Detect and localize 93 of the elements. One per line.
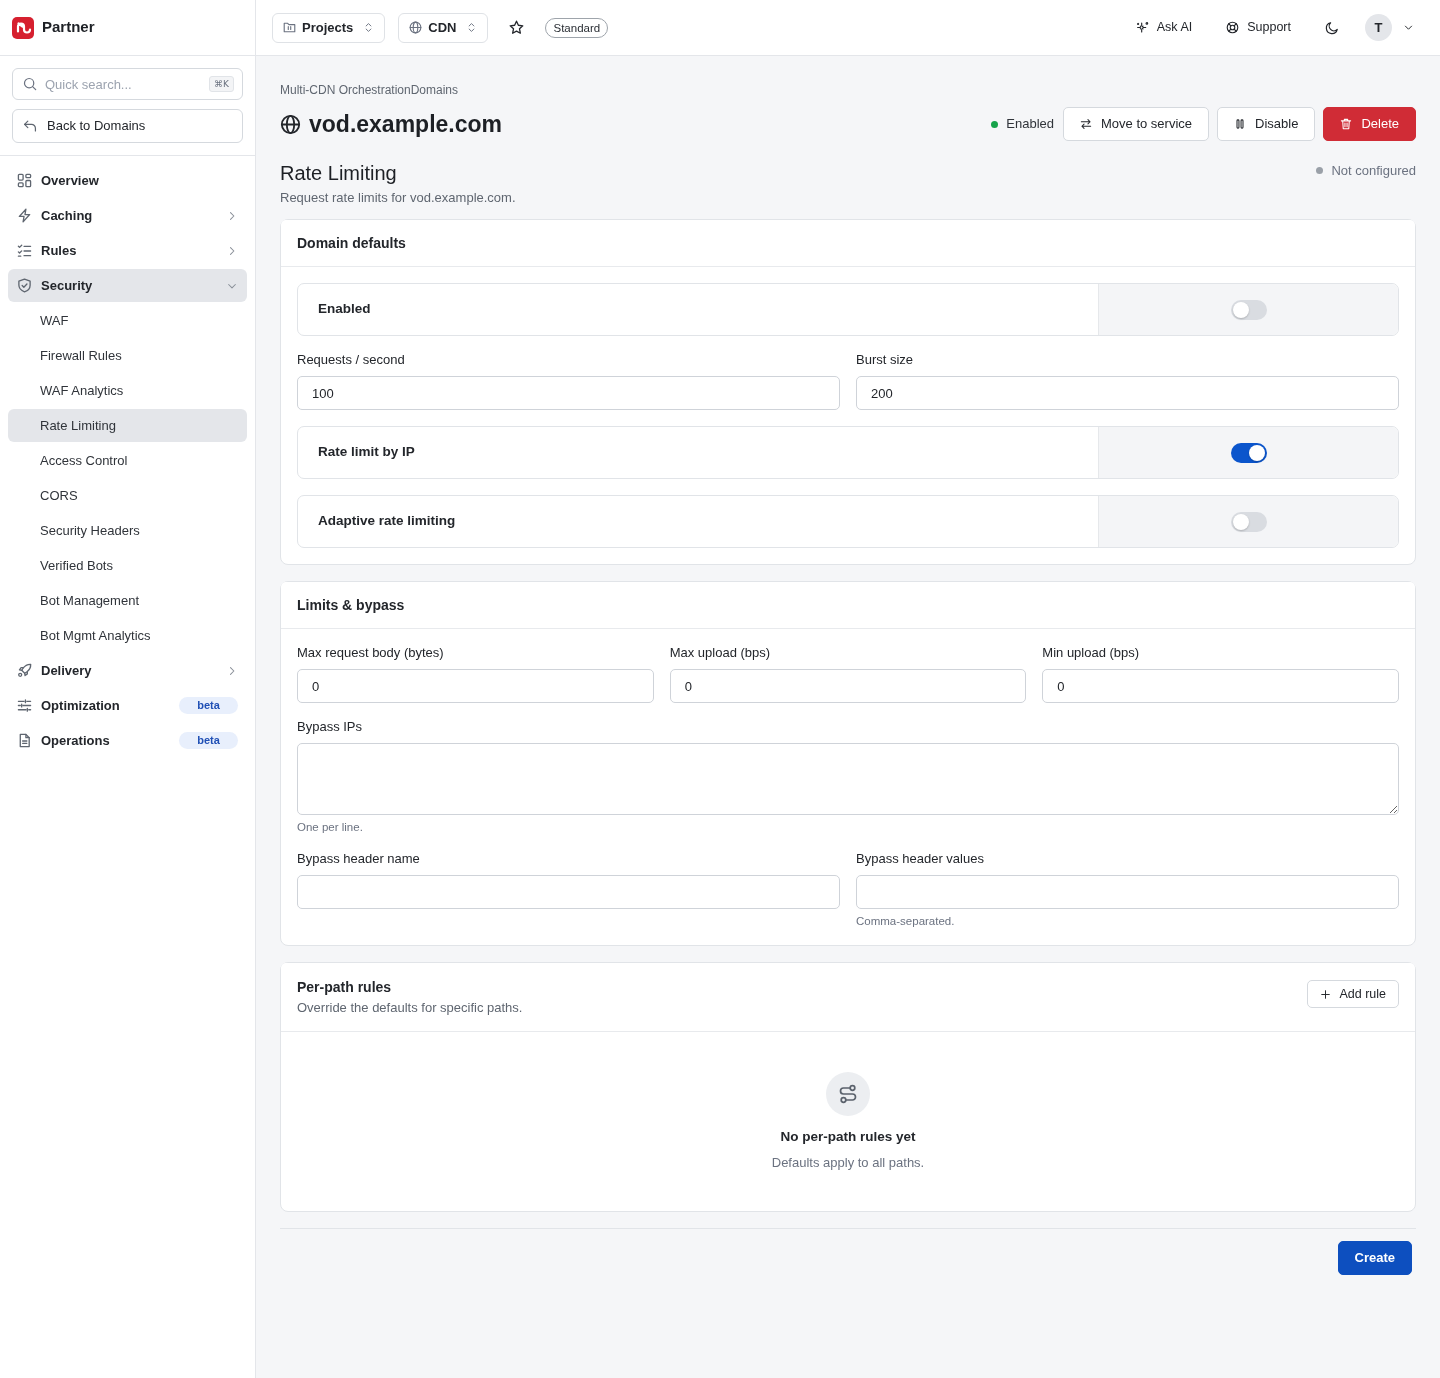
nav-subitem[interactable]: Bot Mgmt Analytics xyxy=(8,619,247,652)
setting-label: Enabled xyxy=(317,300,372,319)
setting-label: Adaptive rate limiting xyxy=(317,512,457,531)
pause-icon xyxy=(1234,118,1247,130)
nav-subitem[interactable]: WAF Analytics xyxy=(8,374,247,407)
nav-badge: beta xyxy=(179,732,238,749)
header-button[interactable]: Disable xyxy=(1217,107,1316,141)
status-label: Enabled xyxy=(1006,115,1054,134)
lifebuoy-icon xyxy=(1226,21,1240,34)
star-icon[interactable] xyxy=(509,20,525,35)
nav-item[interactable]: Security xyxy=(8,269,247,302)
nav-subitem[interactable]: Access Control xyxy=(8,444,247,477)
product-switcher[interactable]: CDN xyxy=(398,12,489,43)
nav-subitem[interactable]: Security Headers xyxy=(8,514,247,547)
nav-item[interactable]: Rules xyxy=(8,234,247,267)
field-label: Burst size xyxy=(856,352,915,368)
plus-icon xyxy=(1320,988,1332,1000)
text-field[interactable]: 200 xyxy=(856,376,1399,410)
field-label: Bypass header values xyxy=(856,851,985,867)
logo-icon[interactable] xyxy=(12,16,34,39)
nav-subitem[interactable]: Firewall Rules xyxy=(8,339,247,372)
chevron-down-icon[interactable] xyxy=(1403,22,1414,33)
status-dot-icon xyxy=(991,120,999,128)
text-field[interactable]: 100 xyxy=(297,376,840,410)
toggle-switch[interactable] xyxy=(1230,511,1267,532)
moon-icon[interactable] xyxy=(1325,20,1339,35)
sliders-icon xyxy=(17,698,32,713)
field-label: Requests / second xyxy=(297,352,406,368)
nav-item[interactable]: Caching xyxy=(8,199,247,232)
swap-arrows-icon xyxy=(1080,118,1092,130)
field-label: Min upload (bps) xyxy=(1042,645,1141,661)
text-field[interactable] xyxy=(856,875,1399,909)
text-field[interactable]: 0 xyxy=(669,669,1027,703)
back-arrow-icon xyxy=(23,119,37,133)
text-field[interactable]: 0 xyxy=(297,669,654,703)
section-title: Rate Limiting xyxy=(280,161,398,185)
sparkle-icon xyxy=(1135,21,1149,34)
text-field[interactable]: 0 xyxy=(1042,669,1399,703)
shortcut-key: ⌘K xyxy=(209,76,234,92)
field-label: Max upload (bps) xyxy=(669,645,772,661)
field-hint: One per line. xyxy=(297,820,364,835)
field-label: Bypass header name xyxy=(297,851,421,867)
nav-item[interactable]: Optimization beta xyxy=(8,689,247,722)
globe-icon xyxy=(280,113,301,135)
section-subtitle: Request rate limits for vod.example.com. xyxy=(280,189,516,207)
shield-icon xyxy=(17,278,32,293)
nav-badge: beta xyxy=(179,697,238,714)
back-button[interactable]: Back to Domains xyxy=(12,109,243,143)
create-button[interactable]: Create xyxy=(1337,1241,1412,1275)
card-title: Limits & bypass xyxy=(297,596,405,614)
textarea-field[interactable] xyxy=(297,743,1399,815)
rocket-icon xyxy=(17,663,32,678)
globe-icon xyxy=(409,21,423,34)
field-label: Max request body (bytes) xyxy=(297,645,445,661)
document-icon xyxy=(17,733,32,748)
add-button[interactable]: Add rule xyxy=(1307,980,1399,1008)
toggle-switch[interactable] xyxy=(1230,442,1267,463)
field-hint: Comma-separated. xyxy=(856,914,956,929)
nav-subitem[interactable]: Verified Bots xyxy=(8,549,247,582)
field-label: Bypass IPs xyxy=(297,719,364,735)
header-button[interactable]: Delete xyxy=(1323,107,1416,141)
folder-icon xyxy=(283,21,296,34)
support-button[interactable]: Support xyxy=(1226,18,1291,37)
empty-state-text: Defaults apply to all paths. xyxy=(771,1154,925,1172)
status-dot-icon xyxy=(1316,167,1324,175)
setting-label: Rate limit by IP xyxy=(317,443,416,462)
trash-icon xyxy=(1340,118,1353,130)
route-icon xyxy=(826,1072,870,1116)
nav-item[interactable]: Operations beta xyxy=(8,724,247,757)
toggle-switch[interactable] xyxy=(1230,299,1267,320)
breadcrumb: Multi-CDN OrchestrationDomains xyxy=(280,82,459,98)
nav-subitem[interactable]: WAF xyxy=(8,304,247,337)
search-icon xyxy=(23,77,37,91)
header-button[interactable]: Move to service xyxy=(1063,107,1210,141)
card-title: Per-path rules xyxy=(297,978,393,997)
text-field[interactable] xyxy=(297,875,840,909)
nav-item[interactable]: Overview xyxy=(8,164,247,197)
project-switcher[interactable]: Projects xyxy=(272,12,386,43)
card-title: Domain defaults xyxy=(297,234,406,252)
ask-ai-button[interactable]: Ask AI xyxy=(1135,18,1193,37)
lightning-icon xyxy=(17,208,32,223)
status-label: Not configured xyxy=(1331,162,1416,180)
checklist-icon xyxy=(17,243,32,258)
nav-subitem[interactable]: Bot Management xyxy=(8,584,247,617)
nav-item[interactable]: Delivery xyxy=(8,654,247,687)
brand-name: Partner xyxy=(42,17,95,38)
nav-subitem[interactable]: CORS xyxy=(8,479,247,512)
user-avatar[interactable]: T xyxy=(1365,14,1392,41)
page-title: vod.example.com xyxy=(309,110,503,139)
nav-subitem[interactable]: Rate Limiting xyxy=(8,409,247,442)
empty-state-title: No per-path rules yet xyxy=(780,1128,916,1146)
grid-icon xyxy=(17,173,32,188)
card-subtitle: Override the defaults for specific paths. xyxy=(297,999,523,1017)
